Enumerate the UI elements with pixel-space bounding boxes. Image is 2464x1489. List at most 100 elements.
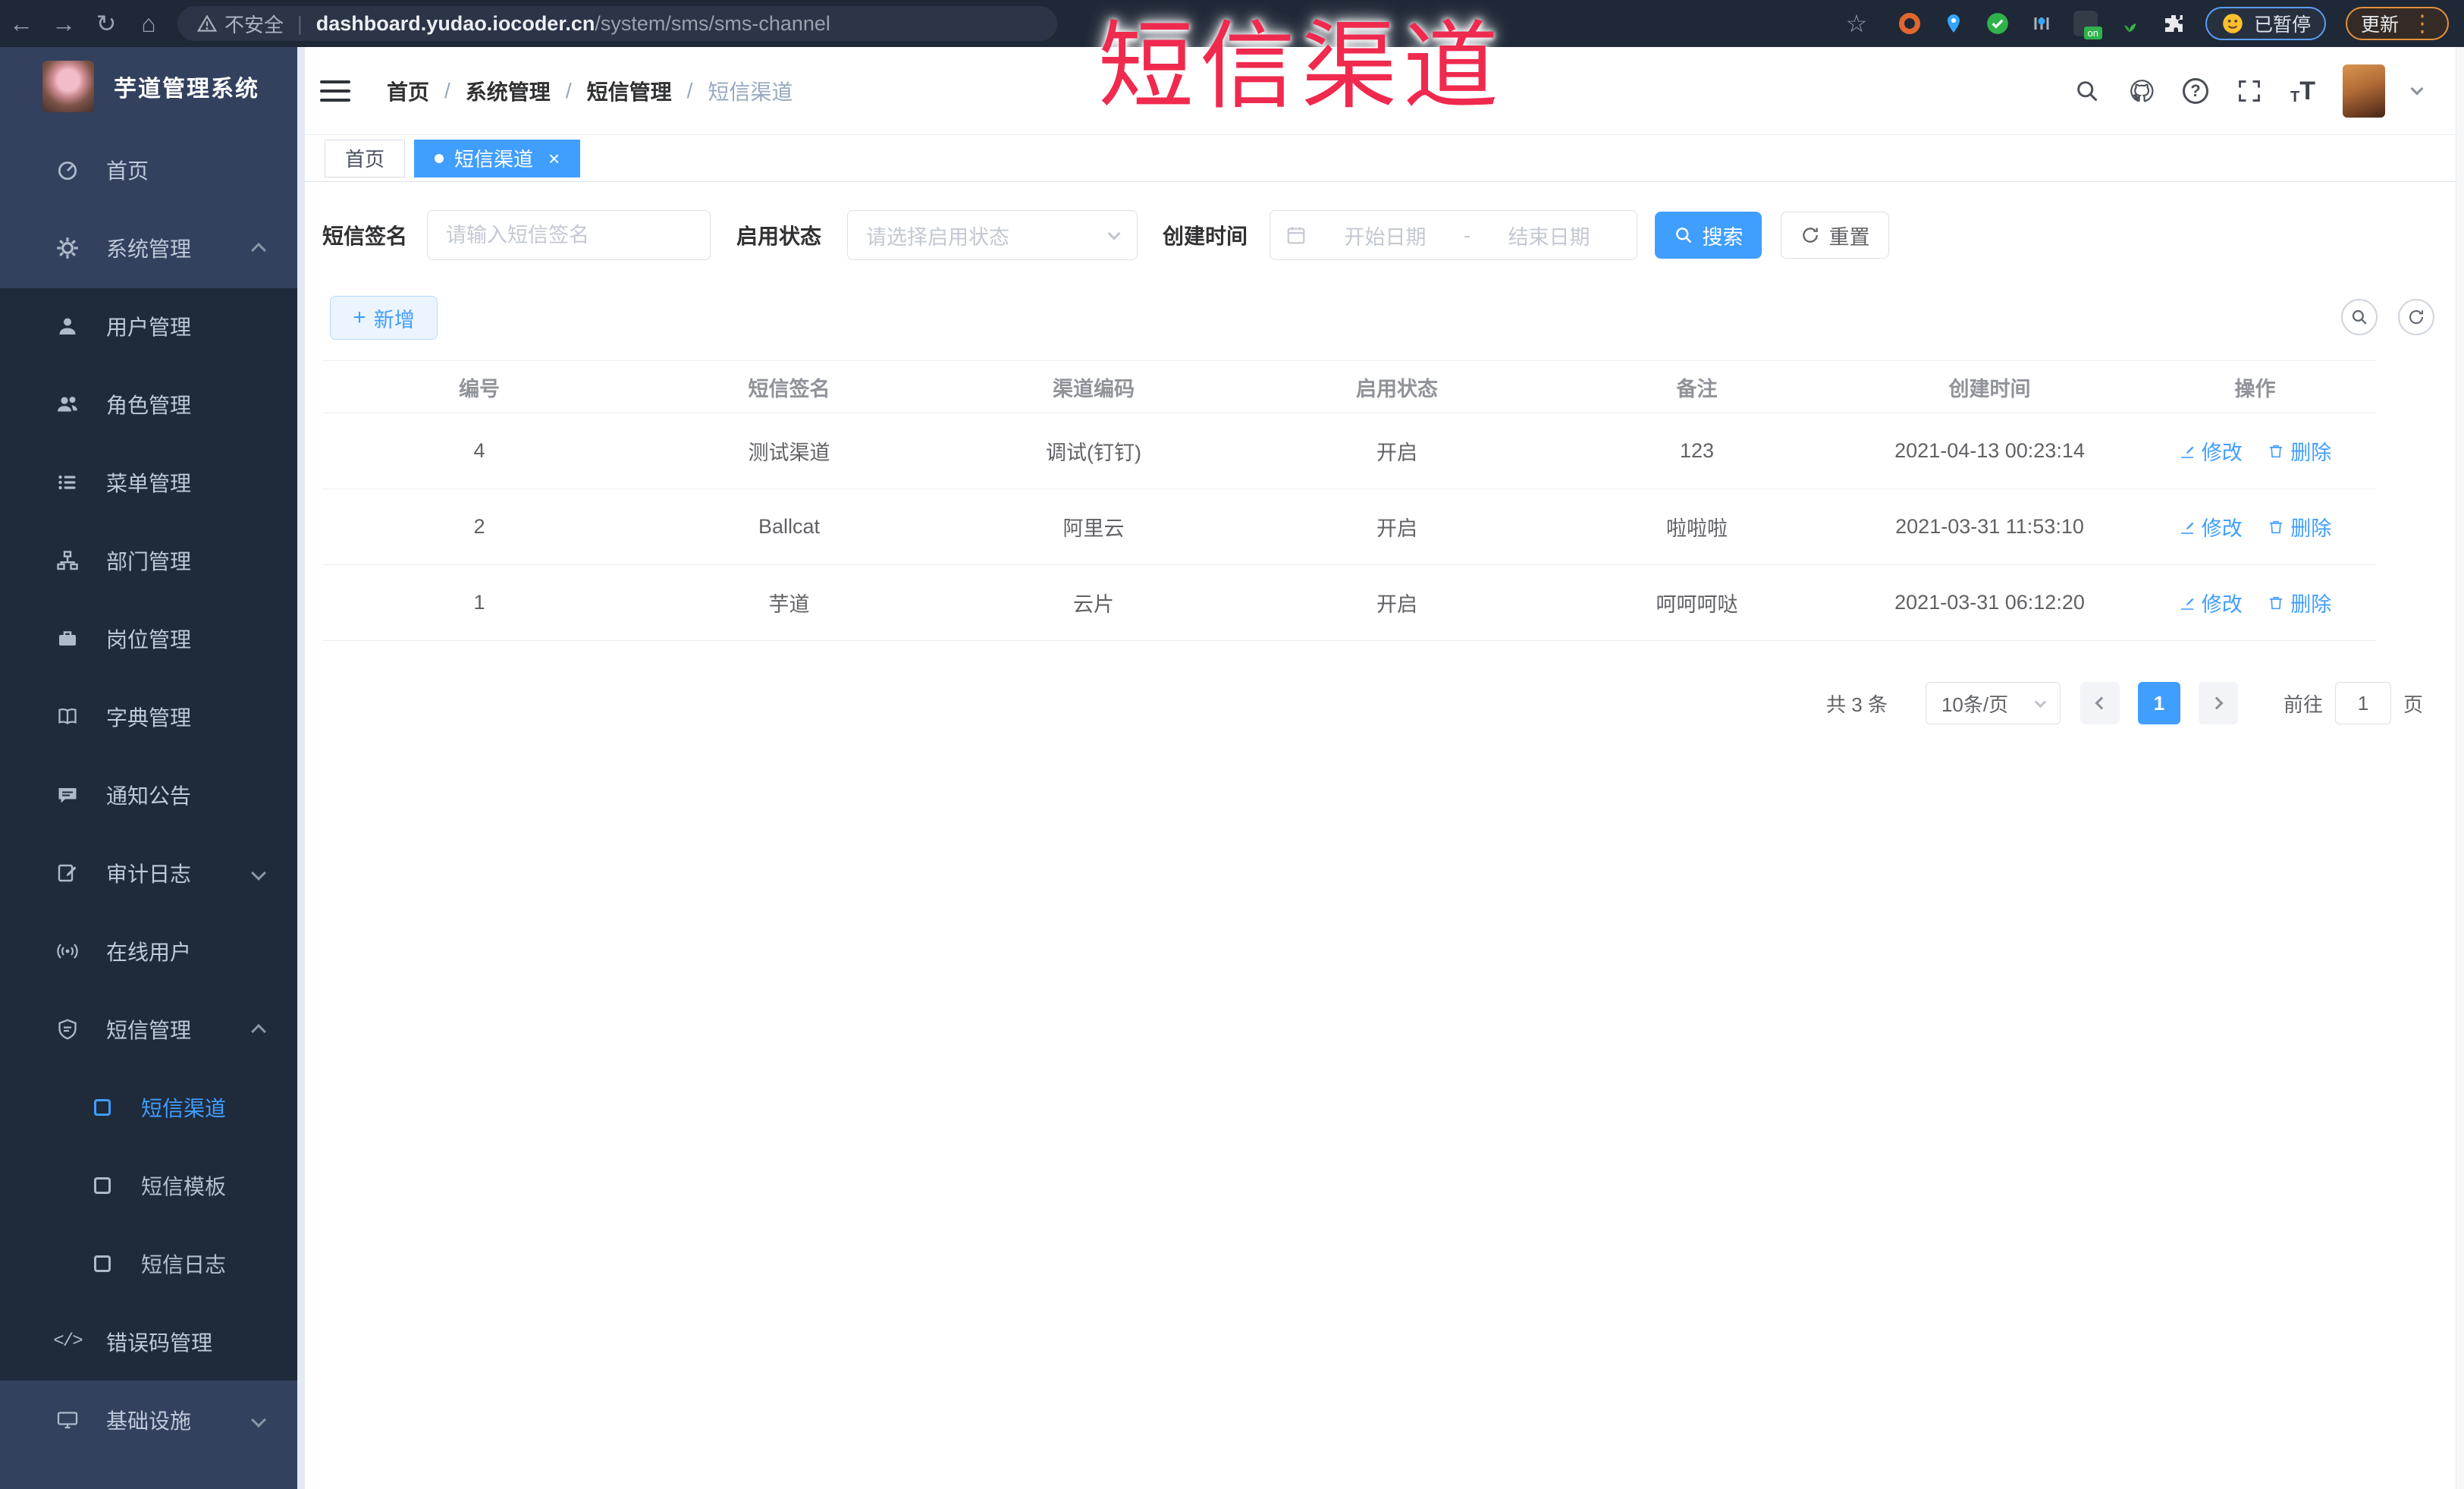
sidebar-item-label: 用户管理 [106,315,192,339]
sidebar-item-sms-log[interactable]: 短信日志 [0,1224,297,1302]
sidebar-item-department-management[interactable]: 部门管理 [0,521,297,599]
reset-button-label: 重置 [1828,225,1870,249]
sign-input[interactable] [427,210,711,260]
date-range-picker[interactable]: 开始日期 - 结束日期 [1270,210,1638,260]
warning-icon [197,14,217,32]
sidebar-item-sms-management[interactable]: 短信管理 [0,990,297,1068]
page-size-select[interactable]: 10条/页 [1925,682,2061,724]
sidebar-item-label: 通知公告 [106,784,192,808]
refresh-table-button[interactable] [2398,299,2434,335]
add-button[interactable]: + 新增 [330,296,438,340]
date-separator: - [1464,223,1471,247]
reset-button[interactable]: 重置 [1781,212,1890,259]
browser-menu-icon[interactable]: ⋮ [2411,11,2434,37]
cell-operations: 修改 删除 [2134,436,2376,466]
menu-list-icon [55,470,80,495]
status-select[interactable]: 请选择启用状态 [847,210,1138,260]
delete-link[interactable]: 删除 [2268,512,2331,542]
sidebar-item-sms-channel[interactable]: 短信渠道 [0,1068,297,1146]
sliders-extension-icon[interactable] [2029,11,2054,36]
time-label: 创建时间 [1163,225,1248,248]
url-path: /system/sms/sms-channel [595,11,830,35]
tab-sms-channel[interactable]: 短信渠道 × [414,139,581,177]
chevron-down-icon [1107,227,1121,240]
tab-home[interactable]: 首页 [325,139,406,177]
sidebar-item-infrastructure[interactable]: 基础设施 [0,1381,297,1459]
page-number-current[interactable]: 1 [2137,682,2180,724]
sidebar-item-audit-log[interactable]: 审计日志 [0,834,297,912]
cell-remark: 啦啦啦 [1666,517,1728,540]
emoji-icon [2223,14,2243,33]
forward-icon[interactable]: → [42,10,85,38]
help-icon[interactable]: ? [2183,78,2208,104]
reload-icon[interactable]: ↻ [85,9,127,38]
close-icon[interactable]: × [548,149,560,168]
sidebar-item-menu-management[interactable]: 菜单管理 [0,443,297,521]
fullscreen-icon[interactable] [2236,77,2263,105]
cell-sign: Ballcat [758,515,821,538]
edit-link[interactable]: 修改 [2179,436,2243,466]
column-header: 启用状态 [1356,377,1438,401]
search-button-label: 搜索 [1702,225,1744,249]
page-scrollbar[interactable] [2456,47,2464,1489]
delete-link[interactable]: 删除 [2268,436,2331,466]
hamburger-icon[interactable] [319,76,352,106]
calendar-icon [1287,227,1305,244]
edit-link[interactable]: 修改 [2179,512,2243,542]
sidebar-item-dict-management[interactable]: 字典管理 [0,677,297,755]
dictionary-book-icon [55,704,80,730]
sidebar-item-role-management[interactable]: 角色管理 [0,365,297,443]
sidebar-item-errorcode-management[interactable]: </> 错误码管理 [0,1302,297,1381]
toggle-search-button[interactable] [2341,299,2378,335]
search-icon[interactable] [2073,77,2101,105]
green-check-extension-icon[interactable] [1985,11,2010,36]
location-pin-extension-icon[interactable] [1941,11,1966,36]
orange-ring-extension-icon[interactable] [1897,11,1922,36]
github-icon[interactable] [2128,77,2155,105]
app-logo-row[interactable]: 芋道管理系统 [42,61,259,112]
cell-sign: 芋道 [768,593,810,616]
sidebar-item-sms-template[interactable]: 短信模板 [0,1146,297,1224]
page-unit-label: 页 [2403,693,2423,716]
sidebar-item-post-management[interactable]: 岗位管理 [0,599,297,677]
breadcrumb-item[interactable]: 短信管理 [587,76,672,106]
sidebar-item-label: 审计日志 [106,862,192,886]
address-bar[interactable]: 不安全 | dashboard.yudao.iocoder.cn /system… [177,6,1057,41]
refresh-icon [1802,228,1818,243]
breadcrumb-item[interactable]: 首页 [387,76,429,106]
cell-status: 开启 [1376,517,1417,540]
active-dot [435,153,444,163]
delete-link[interactable]: 删除 [2268,588,2331,617]
font-size-icon[interactable]: TT [2290,77,2315,106]
goto-page-input[interactable] [2334,682,2391,724]
user-avatar[interactable] [2343,64,2385,118]
sidebar-item-label: 部门管理 [106,549,192,573]
breadcrumb-item[interactable]: 系统管理 [466,76,551,106]
online-signal-icon [55,938,80,964]
home-icon[interactable]: ⌂ [127,10,170,38]
sidebar-item-user-management[interactable]: 用户管理 [0,287,297,365]
url-divider: | [297,11,303,35]
sidebar-scrollbar[interactable] [297,47,305,1489]
sidebar-item-system-management[interactable]: 系统管理 [0,209,297,287]
cell-code: 阿里云 [1063,517,1125,540]
sprout-extension-icon[interactable] [2117,11,2142,36]
not-secure-chip[interactable]: 不安全 [197,10,284,38]
dark-on-extension-icon[interactable]: on [2073,11,2102,39]
edit-link[interactable]: 修改 [2179,588,2243,617]
browser-update-button[interactable]: 更新 ⋮ [2345,7,2449,40]
sidebar-item-home[interactable]: 首页 [0,130,297,209]
paused-extension-pill[interactable]: 已暂停 [2205,7,2326,40]
search-button[interactable]: 搜索 [1655,212,1762,259]
next-page-button[interactable] [2198,682,2238,724]
audit-log-icon [55,860,80,886]
puzzle-extensions-icon[interactable] [2161,11,2186,36]
prev-page-button[interactable] [2079,682,2120,724]
sidebar-item-notice[interactable]: 通知公告 [0,755,297,834]
back-icon[interactable]: ← [0,10,42,38]
extensions-area: on 已暂停 更新 ⋮ [1897,7,2449,40]
add-button-label: 新增 [373,308,415,331]
avatar-caret-icon[interactable] [2410,82,2424,96]
sidebar-item-online-users[interactable]: 在线用户 [0,912,297,990]
bookmark-star-icon[interactable]: ☆ [1835,9,1878,38]
